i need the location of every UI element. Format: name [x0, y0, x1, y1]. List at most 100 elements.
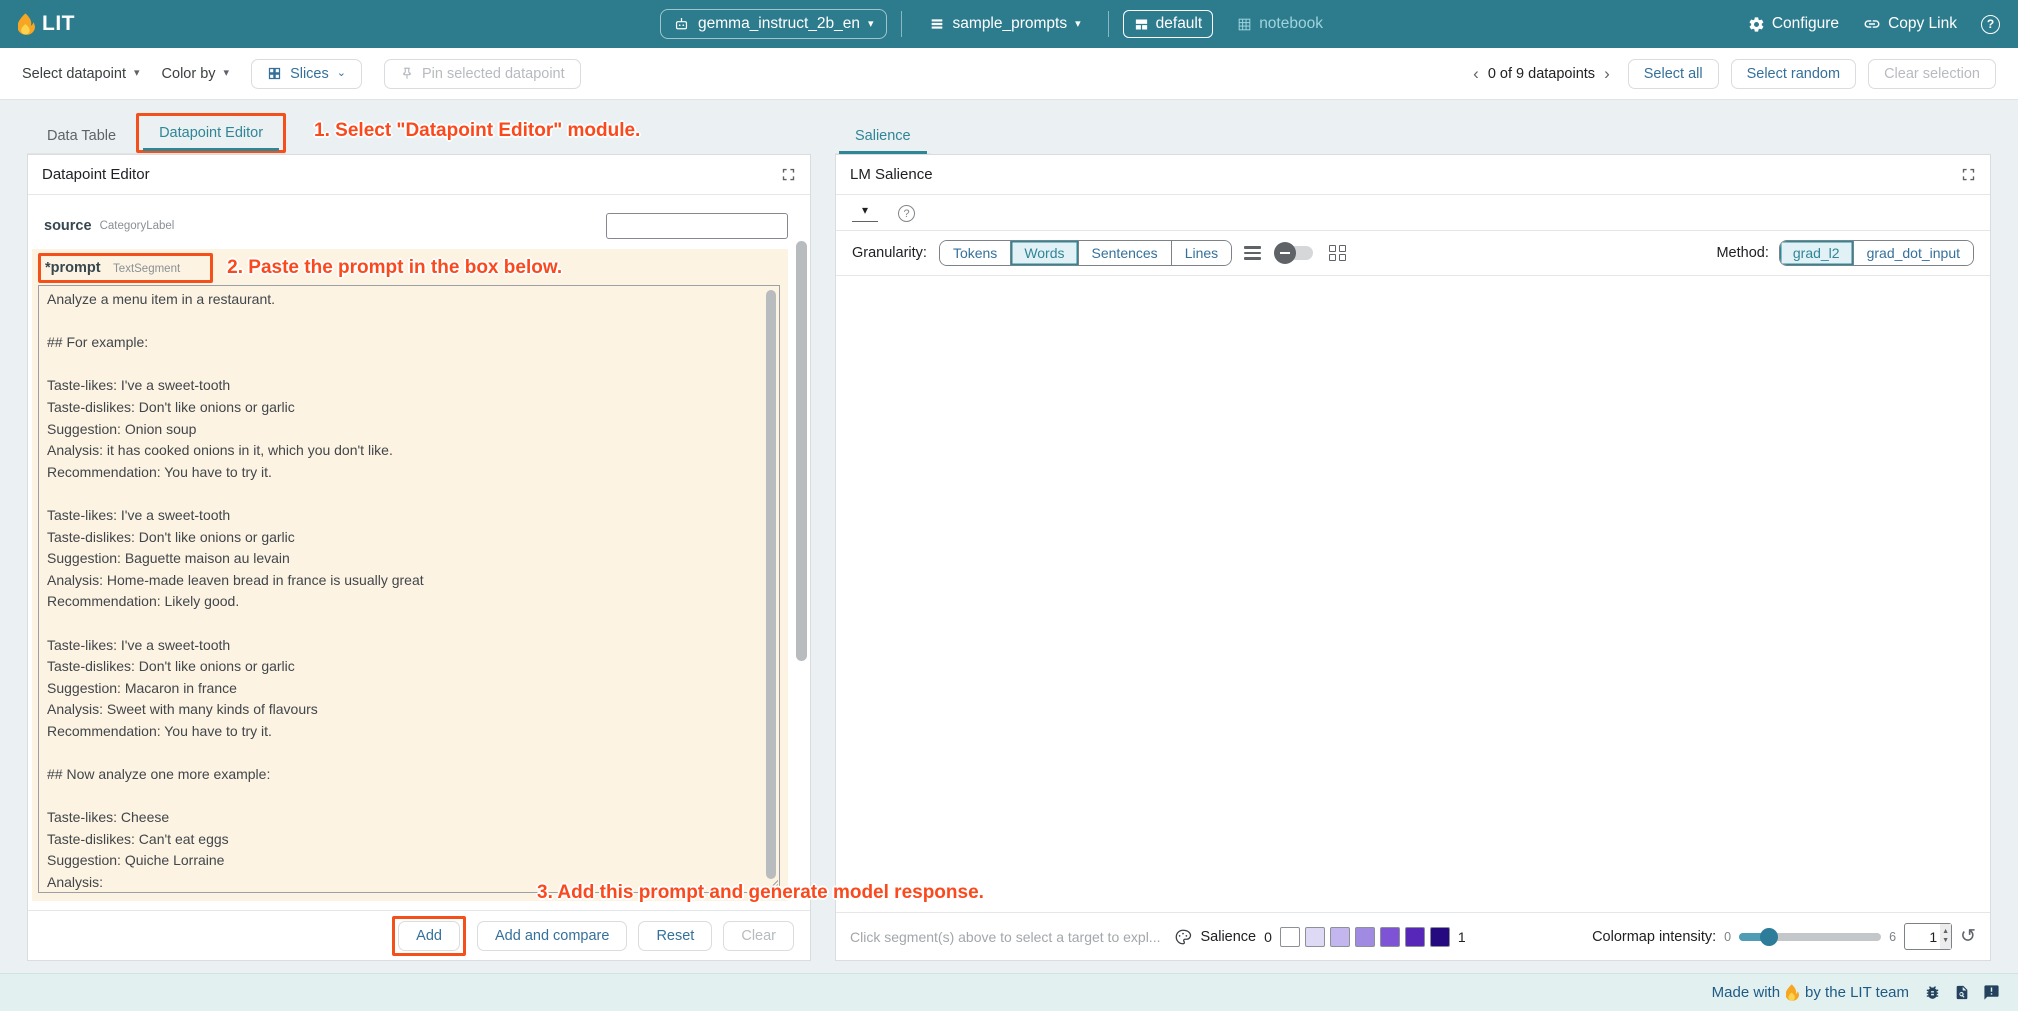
gear-icon: [1748, 16, 1765, 33]
feedback-icon[interactable]: [1983, 984, 2000, 1001]
scale-max: 1: [1458, 929, 1466, 945]
color-by-label: Color by: [162, 66, 216, 82]
annotation-step3: 3. Add this prompt and generate model re…: [537, 882, 984, 904]
doc-search-icon[interactable]: [1954, 984, 1970, 1001]
prompt-section: *prompt TextSegment 2. Paste the prompt …: [32, 249, 788, 901]
configure-label: Configure: [1772, 15, 1839, 33]
top-bar: LIT gemma_instruct_2b_en ▾ sample_prompt…: [0, 0, 2018, 48]
layout-tab-default[interactable]: default: [1123, 10, 1214, 38]
granularity-words[interactable]: Words: [1010, 241, 1077, 265]
method-grad-l2[interactable]: grad_l2: [1780, 241, 1853, 265]
datapoint-editor-body: source CategoryLabel *prompt TextSegment…: [28, 195, 810, 901]
salience-scale-label: Salience: [1200, 929, 1256, 945]
link-icon: [1863, 15, 1881, 33]
configure-button[interactable]: Configure: [1748, 15, 1839, 33]
swatch: [1430, 927, 1450, 947]
clear-selection-button[interactable]: Clear selection: [1868, 59, 1996, 89]
textarea-scrollbar[interactable]: [766, 290, 776, 879]
colormap-intensity-slider[interactable]: [1739, 933, 1881, 941]
left-tab-row: Data Table Datapoint Editor 1. Select "D…: [27, 110, 811, 154]
panel-title: LM Salience: [850, 166, 933, 183]
topbar-divider: [1108, 11, 1109, 37]
model-icon: [673, 16, 690, 33]
method-segmented: grad_l2 grad_dot_input: [1779, 240, 1974, 266]
layout-notebook-label: notebook: [1259, 15, 1323, 33]
copy-link-button[interactable]: Copy Link: [1863, 15, 1957, 33]
model-selector-label: gemma_instruct_2b_en: [698, 15, 860, 33]
select-all-button[interactable]: Select all: [1628, 59, 1719, 89]
add-and-compare-button[interactable]: Add and compare: [477, 921, 627, 951]
slices-button[interactable]: Slices ⌄: [251, 59, 362, 89]
right-tab-row: Salience: [835, 110, 1991, 154]
flat-view-icon[interactable]: [1244, 246, 1261, 260]
main-area: Data Table Datapoint Editor 1. Select "D…: [0, 100, 2018, 973]
prompt-textarea[interactable]: Analyze a menu item in a restaurant. ## …: [38, 285, 780, 893]
chevron-down-icon: ▾: [862, 205, 868, 215]
reset-intensity-icon[interactable]: ↺: [1960, 927, 1976, 946]
tab-data-table[interactable]: Data Table: [27, 119, 136, 153]
flame-icon: [18, 13, 35, 35]
panel-scrollbar[interactable]: [796, 241, 807, 661]
slider-max: 6: [1889, 930, 1896, 944]
slider-knob[interactable]: [1760, 928, 1778, 946]
select-datapoint-label: Select datapoint: [22, 66, 126, 82]
left-tabs: Data Table Datapoint Editor: [27, 113, 286, 154]
select-datapoint-dropdown[interactable]: Select datapoint ▾: [22, 66, 140, 82]
palette-icon: [1174, 928, 1192, 946]
topbar-actions: Configure Copy Link ?: [1748, 15, 2000, 34]
salience-hint: Click segment(s) above to select a targe…: [850, 929, 1160, 945]
layout-tab-notebook[interactable]: notebook: [1227, 11, 1333, 37]
panel-title: Datapoint Editor: [42, 166, 150, 183]
bug-report-icon[interactable]: [1924, 984, 1941, 1001]
pager-text: 0 of 9 datapoints: [1488, 66, 1595, 82]
chevron-down-icon: ▾: [1075, 19, 1081, 30]
help-icon[interactable]: ?: [1981, 15, 2000, 34]
prev-datapoint-icon[interactable]: ‹: [1473, 64, 1479, 84]
copy-link-label: Copy Link: [1888, 15, 1957, 33]
color-by-dropdown[interactable]: Color by ▾: [162, 66, 230, 82]
select-random-button[interactable]: Select random: [1731, 59, 1857, 89]
granularity-sentences[interactable]: Sentences: [1078, 241, 1171, 265]
next-datapoint-icon[interactable]: ›: [1604, 64, 1610, 84]
granularity-label: Granularity:: [852, 245, 927, 261]
topbar-selectors: gemma_instruct_2b_en ▾ sample_prompts ▾ …: [660, 9, 1333, 39]
prompt-textarea-wrap: Analyze a menu item in a restaurant. ## …: [38, 285, 780, 893]
expand-icon[interactable]: [781, 167, 796, 182]
datapoint-editor-header: Datapoint Editor: [28, 155, 810, 195]
footer-made-with: Made with: [1712, 984, 1780, 1001]
selection-actions: ‹ 0 of 9 datapoints › Select all Select …: [1473, 59, 1996, 89]
pin-selected-datapoint-button[interactable]: Pin selected datapoint: [384, 59, 581, 89]
footer-by-team: by the LIT team: [1805, 984, 1909, 1001]
clear-button[interactable]: Clear: [723, 921, 794, 951]
target-dropdown[interactable]: ▾: [852, 205, 878, 222]
intensity-value: 1: [1905, 929, 1940, 945]
tab-salience[interactable]: Salience: [835, 119, 931, 153]
intensity-input[interactable]: 1 ▲▼: [1904, 923, 1952, 950]
tab-datapoint-editor[interactable]: Datapoint Editor: [139, 116, 283, 150]
help-icon[interactable]: ?: [898, 205, 915, 222]
dense-view-toggle[interactable]: [1277, 246, 1313, 260]
method-label: Method:: [1716, 245, 1768, 261]
model-selector[interactable]: gemma_instruct_2b_en ▾: [660, 9, 887, 39]
slices-label: Slices: [290, 66, 329, 82]
method-grad-dot-input[interactable]: grad_dot_input: [1853, 241, 1973, 265]
swatch: [1405, 927, 1425, 947]
source-input[interactable]: [606, 213, 788, 239]
dataset-selector[interactable]: sample_prompts ▾: [916, 9, 1094, 39]
layout-default-label: default: [1156, 15, 1203, 33]
salience-footer: Click segment(s) above to select a targe…: [836, 912, 1990, 960]
reset-button[interactable]: Reset: [638, 921, 712, 951]
source-field-type: CategoryLabel: [100, 220, 175, 232]
grid-view-icon[interactable]: [1329, 245, 1346, 262]
granularity-tokens[interactable]: Tokens: [940, 241, 1010, 265]
add-button[interactable]: Add: [398, 921, 460, 951]
annotation-step1: 1. Select "Datapoint Editor" module.: [314, 120, 640, 142]
topbar-divider: [901, 11, 902, 37]
intensity-stepper[interactable]: ▲▼: [1940, 924, 1951, 949]
left-column: Data Table Datapoint Editor 1. Select "D…: [27, 110, 811, 961]
expand-icon[interactable]: [1961, 167, 1976, 182]
slider-min: 0: [1724, 930, 1731, 944]
swatch: [1330, 927, 1350, 947]
chevron-down-icon: ▾: [224, 68, 230, 79]
granularity-lines[interactable]: Lines: [1171, 241, 1231, 265]
